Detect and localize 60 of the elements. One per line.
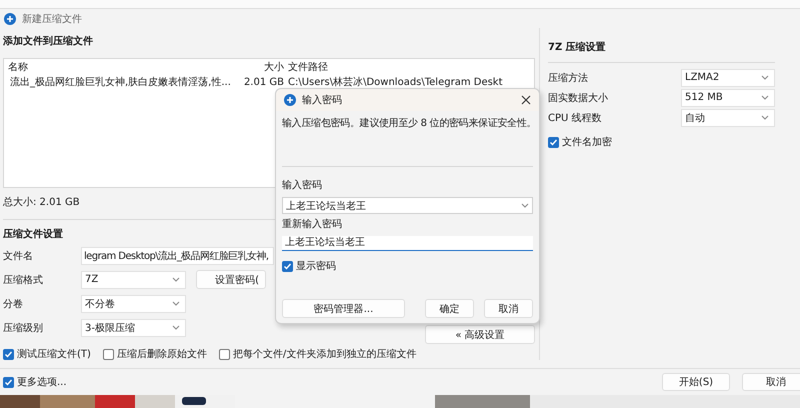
field-label: 输入密码: [282, 179, 323, 193]
password-confirm-field[interactable]: 上老王论坛当老王: [282, 236, 533, 251]
window-title: 新建压缩文件: [22, 12, 82, 26]
dropdown[interactable]: 自动: [681, 108, 775, 126]
advanced-button[interactable]: « 高级设置: [425, 325, 535, 344]
file-path: C:\Users\林芸冰\Downloads\Telegram Deskt: [288, 76, 503, 90]
field-label: 压缩格式: [3, 274, 44, 286]
field-label: 压缩级别: [3, 322, 44, 334]
checkbox[interactable]: [548, 136, 559, 148]
field-label: 重新输入密码: [282, 218, 343, 232]
column-header[interactable]: 大小: [229, 60, 284, 75]
column-header[interactable]: 文件路径: [288, 60, 328, 75]
checkbox[interactable]: [3, 376, 14, 388]
checkbox-label: 把每个文件/文件夹添加到独立的压缩文件: [232, 348, 416, 361]
checkbox-label: 显示密码: [296, 260, 336, 273]
chevron-icon: [761, 75, 769, 80]
checkbox[interactable]: [102, 348, 114, 360]
checkbox-label: 压缩后删除原始文件: [116, 348, 207, 361]
chevron-icon: [761, 95, 769, 100]
chevron-icon: [172, 325, 180, 330]
ok-button[interactable]: 确定: [425, 299, 474, 318]
checkbox[interactable]: [3, 348, 14, 360]
checkbox[interactable]: [218, 348, 230, 360]
column-header[interactable]: 名称: [8, 60, 228, 75]
field-label: 文件名: [3, 250, 34, 262]
dropdown[interactable]: 不分卷: [81, 294, 186, 312]
dropdown[interactable]: LZMA2: [681, 68, 775, 86]
field-label: 压缩方法: [548, 72, 588, 84]
checkbox-label: 文件名加密: [562, 136, 612, 149]
checkbox-label: 更多选项...: [17, 376, 67, 389]
app-icon: [4, 12, 16, 24]
footer-button[interactable]: 开始(S): [662, 373, 730, 391]
field-label: 分卷: [3, 298, 24, 310]
set-password-button[interactable]: 设置密码(: [196, 270, 266, 289]
section-heading: 添加文件到压缩文件: [3, 35, 93, 49]
footer-button[interactable]: 取消: [742, 373, 800, 391]
dialog-description: 输入压缩包密码。建议使用至少 8 位的密码来保证安全性。: [282, 116, 536, 130]
chevron-icon: [172, 301, 180, 306]
password-field[interactable]: 上老王论坛当老王: [282, 197, 533, 214]
section-heading: 压缩文件设置: [3, 228, 63, 242]
dropdown[interactable]: 512 MB: [681, 88, 775, 106]
chevron-icon: [172, 277, 180, 282]
cancel-button[interactable]: 取消: [484, 299, 533, 318]
chevron-icon: [521, 203, 529, 208]
checkbox[interactable]: [282, 260, 293, 272]
close-icon[interactable]: [521, 95, 531, 105]
section-heading: 7Z 压缩设置: [548, 41, 607, 55]
file-name-field[interactable]: legram Desktop\流出_极品网红脸巨乳女神,: [81, 246, 274, 264]
dialog-title: 输入密码: [302, 94, 343, 107]
checkbox-label: 测试压缩文件(T): [17, 348, 91, 361]
file-name[interactable]: 流出_极品网红脸巨乳女神,肤白皮嫩表情淫荡,性...: [10, 75, 231, 90]
field-label: 固实数据大小: [548, 92, 608, 104]
dropdown[interactable]: 7Z: [81, 270, 186, 288]
app-icon: [284, 94, 296, 106]
total-size: 总大小: 2.01 GB: [3, 196, 80, 210]
field-label: CPU 线程数: [548, 112, 602, 124]
password-manager-button[interactable]: 密码管理器...: [282, 299, 405, 318]
file-size: 2.01 GB: [242, 76, 284, 90]
dropdown[interactable]: 3-极限压缩: [81, 318, 186, 336]
chevron-icon: [761, 115, 769, 120]
